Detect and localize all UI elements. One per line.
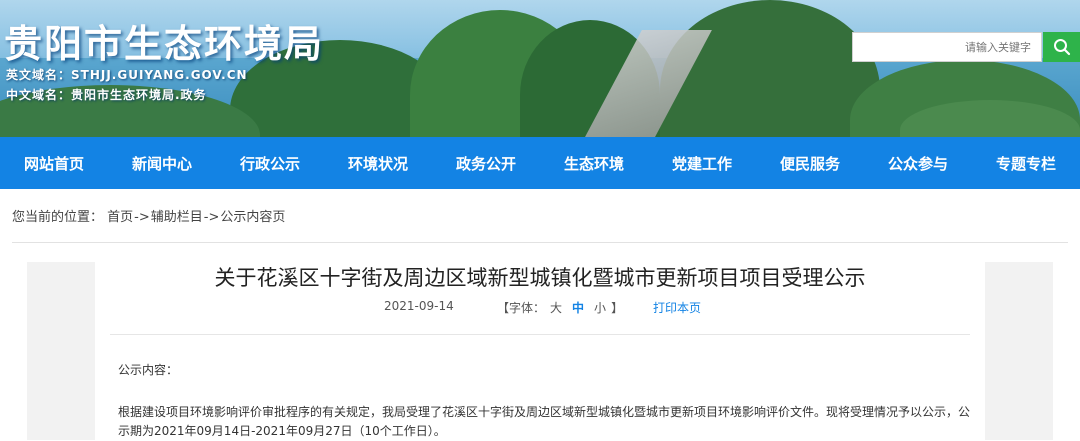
search-button[interactable] xyxy=(1043,32,1080,62)
font-size-large[interactable]: 大 xyxy=(550,301,562,315)
font-size-label-close: 】 xyxy=(611,301,624,315)
nav-item-public-services[interactable]: 便民服务 xyxy=(756,137,864,189)
search-input[interactable] xyxy=(853,33,1041,61)
breadcrumb-auxiliary[interactable]: 辅助栏目 xyxy=(151,210,203,225)
font-size-label: 【字体： xyxy=(497,301,546,315)
font-size-controls: 【字体： 大中小】 xyxy=(497,299,623,316)
publish-date: 2021-09-14 xyxy=(384,299,454,313)
search-icon xyxy=(1053,39,1070,56)
article-body: 根据建设项目环境影响评价审批程序的有关规定，我局受理了花溪区十字街及周边区域新型… xyxy=(118,405,971,438)
nav-item-home[interactable]: 网站首页 xyxy=(0,137,108,189)
nav-item-party-building[interactable]: 党建工作 xyxy=(648,137,756,189)
nav-item-public-participation[interactable]: 公众参与 xyxy=(864,137,972,189)
breadcrumb-home[interactable]: 首页 xyxy=(107,210,133,225)
header-banner: 贵阳市生态环境局 英文域名：STHJJ.GUIYANG.GOV.CN 中文域名：… xyxy=(0,0,1080,137)
breadcrumb-separator: -> xyxy=(134,210,150,225)
nav-item-environment-status[interactable]: 环境状况 xyxy=(324,137,432,189)
breadcrumb-prefix: 您当前的位置： xyxy=(12,210,104,225)
site-title: 贵阳市生态环境局 xyxy=(4,22,325,66)
nav-item-admin-notice[interactable]: 行政公示 xyxy=(216,137,324,189)
font-size-medium[interactable]: 中 xyxy=(572,301,584,315)
breadcrumb-divider xyxy=(12,242,1068,243)
content-label: 公示内容： xyxy=(118,363,179,377)
breadcrumb: 您当前的位置： 首页->辅助栏目->公示内容页 xyxy=(12,206,285,225)
search-box xyxy=(852,32,1042,62)
domain-chinese: 中文域名：贵阳市生态环境局.政务 xyxy=(6,88,207,102)
domain-english: 英文域名：STHJJ.GUIYANG.GOV.CN xyxy=(6,68,248,82)
nav-item-news[interactable]: 新闻中心 xyxy=(108,137,216,189)
breadcrumb-separator: -> xyxy=(203,210,220,225)
article-title: 关于花溪区十字街及周边区域新型城镇化暨城市更新项目项目受理公示 xyxy=(214,266,866,290)
breadcrumb-current[interactable]: 公示内容页 xyxy=(220,210,285,225)
nav-item-ecology[interactable]: 生态环境 xyxy=(540,137,648,189)
font-size-small[interactable]: 小 xyxy=(594,301,606,315)
print-page-link[interactable]: 打印本页 xyxy=(653,299,701,316)
nav-item-special-topics[interactable]: 专题专栏 xyxy=(972,137,1080,189)
meta-divider xyxy=(110,334,970,335)
nav-item-government-affairs[interactable]: 政务公开 xyxy=(432,137,540,189)
main-nav: 网站首页 新闻中心 行政公示 环境状况 政务公开 生态环境 党建工作 便民服务 … xyxy=(0,137,1080,189)
